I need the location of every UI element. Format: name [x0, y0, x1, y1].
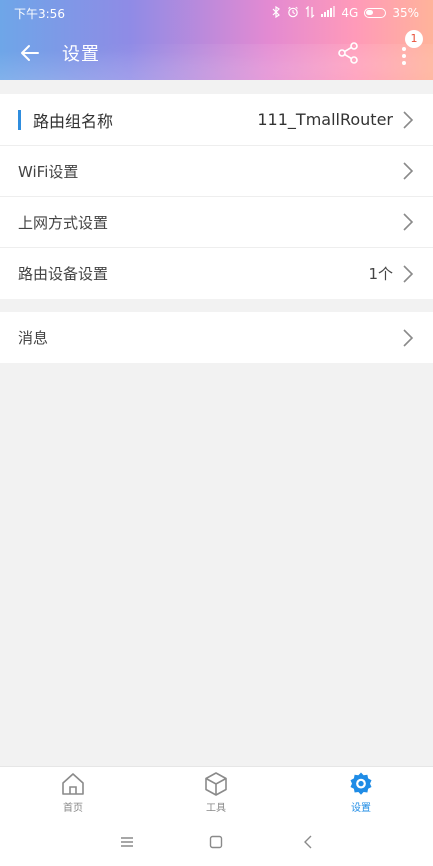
chevron-right-icon [403, 328, 414, 347]
status-time: 下午3:56 [14, 6, 65, 21]
row-value: 111_TmallRouter [257, 110, 393, 129]
device-count: 1个 [368, 265, 393, 283]
notification-badge: 1 [405, 30, 423, 48]
signal-icon [321, 6, 336, 20]
nav-home[interactable]: 首页 [43, 771, 103, 817]
more-button[interactable]: 1 [389, 30, 423, 68]
chevron-right-icon [403, 213, 414, 231]
nav-label: 设置 [351, 803, 371, 814]
nav-label: 首页 [63, 803, 83, 814]
status-icons: 4G 35% [272, 5, 419, 21]
system-menu-button[interactable] [115, 830, 139, 854]
menu-icon [121, 837, 133, 847]
bottom-nav: 首页 工具 设置 [0, 766, 433, 818]
nav-settings[interactable]: 设置 [331, 771, 391, 817]
header-actions: 1 [333, 30, 423, 68]
nav-label: 工具 [206, 803, 226, 814]
row-label: WiFi设置 [18, 162, 79, 181]
back-arrow-icon [21, 45, 39, 61]
router-device-row[interactable]: 路由设备设置 1个 [0, 248, 433, 299]
back-button[interactable] [12, 35, 48, 71]
more-vertical-icon [402, 47, 406, 65]
internet-mode-row[interactable]: 上网方式设置 [0, 197, 433, 248]
accent-bar [18, 109, 21, 130]
share-button[interactable] [333, 38, 363, 68]
row-label: 路由组名称 [33, 111, 114, 131]
system-home-button[interactable] [204, 830, 228, 854]
data-transfer-icon [305, 5, 315, 21]
row-label: 上网方式设置 [18, 213, 109, 232]
system-back-button[interactable] [296, 830, 320, 854]
nav-tools[interactable]: 工具 [186, 771, 246, 817]
battery-percent: 35% [392, 6, 419, 20]
app-header: 设置 1 [0, 26, 433, 80]
router-group-name-row[interactable]: 路由组名称 111_TmallRouter [0, 94, 433, 146]
home-icon [62, 773, 84, 795]
messages-row[interactable]: 消息 [0, 312, 433, 363]
alarm-icon [287, 6, 299, 21]
back-chevron-icon [304, 835, 312, 849]
message-group: 消息 [0, 312, 433, 363]
wifi-settings-row[interactable]: WiFi设置 [0, 146, 433, 197]
chevron-right-icon [403, 110, 414, 129]
cube-icon [205, 772, 227, 796]
gear-icon [350, 772, 372, 795]
chevron-right-icon [403, 162, 414, 180]
row-label: 消息 [18, 329, 49, 347]
square-icon [209, 835, 223, 849]
share-icon [338, 42, 358, 64]
system-nav-bar [0, 818, 433, 866]
battery-icon [364, 8, 387, 18]
status-bar: 下午3:56 4G 35% [0, 0, 433, 26]
page-title: 设置 [62, 44, 100, 65]
chevron-right-icon [403, 264, 414, 283]
network-type: 4G [341, 6, 359, 20]
bluetooth-icon [272, 5, 281, 21]
row-label: 路由设备设置 [18, 265, 109, 283]
settings-group: 路由组名称 111_TmallRouter WiFi设置 上网方式设置 路由设备… [0, 94, 433, 299]
